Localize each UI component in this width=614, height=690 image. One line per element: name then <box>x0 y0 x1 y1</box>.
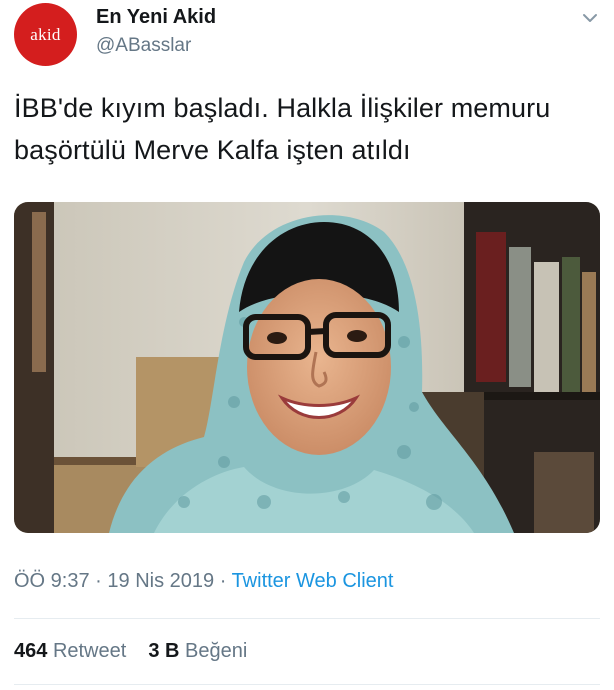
divider <box>14 618 600 619</box>
meta-separator: · <box>89 570 108 592</box>
tweet-date[interactable]: 19 Nis 2019 <box>107 570 214 592</box>
avatar-logo-text: akid <box>30 24 61 44</box>
tweet-stats: 464 Retweet 3 B Beğeni <box>14 640 247 663</box>
likes-stat[interactable]: 3 B Beğeni <box>148 640 247 663</box>
tweet-time[interactable]: ÖÖ 9:37 <box>14 570 90 592</box>
client-link[interactable]: Twitter Web Client <box>232 570 394 592</box>
tweet-photo[interactable] <box>14 202 600 533</box>
tweet-meta: ÖÖ 9:37 · 19 Nis 2019 · Twitter Web Clie… <box>14 570 393 593</box>
chevron-down-icon[interactable] <box>580 10 600 26</box>
likes-count: 3 B <box>148 640 180 662</box>
photo-illustration <box>14 202 600 533</box>
tweet-text-line: başörtülü Merve Kalfa işten atıldı <box>14 135 411 165</box>
tweet-text: İBB'de kıyım başladı. Halkla İlişkiler m… <box>14 87 606 171</box>
divider <box>14 684 600 685</box>
avatar[interactable]: akid <box>14 3 77 66</box>
likes-label: Beğeni <box>185 640 248 662</box>
tweet-text-line: İBB'de kıyım başladı. Halkla İlişkiler m… <box>14 93 551 123</box>
user-handle[interactable]: @ABasslar <box>96 35 191 57</box>
meta-separator: · <box>214 570 232 592</box>
retweets-count: 464 <box>14 640 48 662</box>
retweets-stat[interactable]: 464 Retweet <box>14 640 126 663</box>
tweet-card: akid En Yeni Akid @ABasslar İBB'de kıyım… <box>0 0 614 690</box>
display-name[interactable]: En Yeni Akid <box>96 6 216 29</box>
retweets-label: Retweet <box>52 640 127 662</box>
